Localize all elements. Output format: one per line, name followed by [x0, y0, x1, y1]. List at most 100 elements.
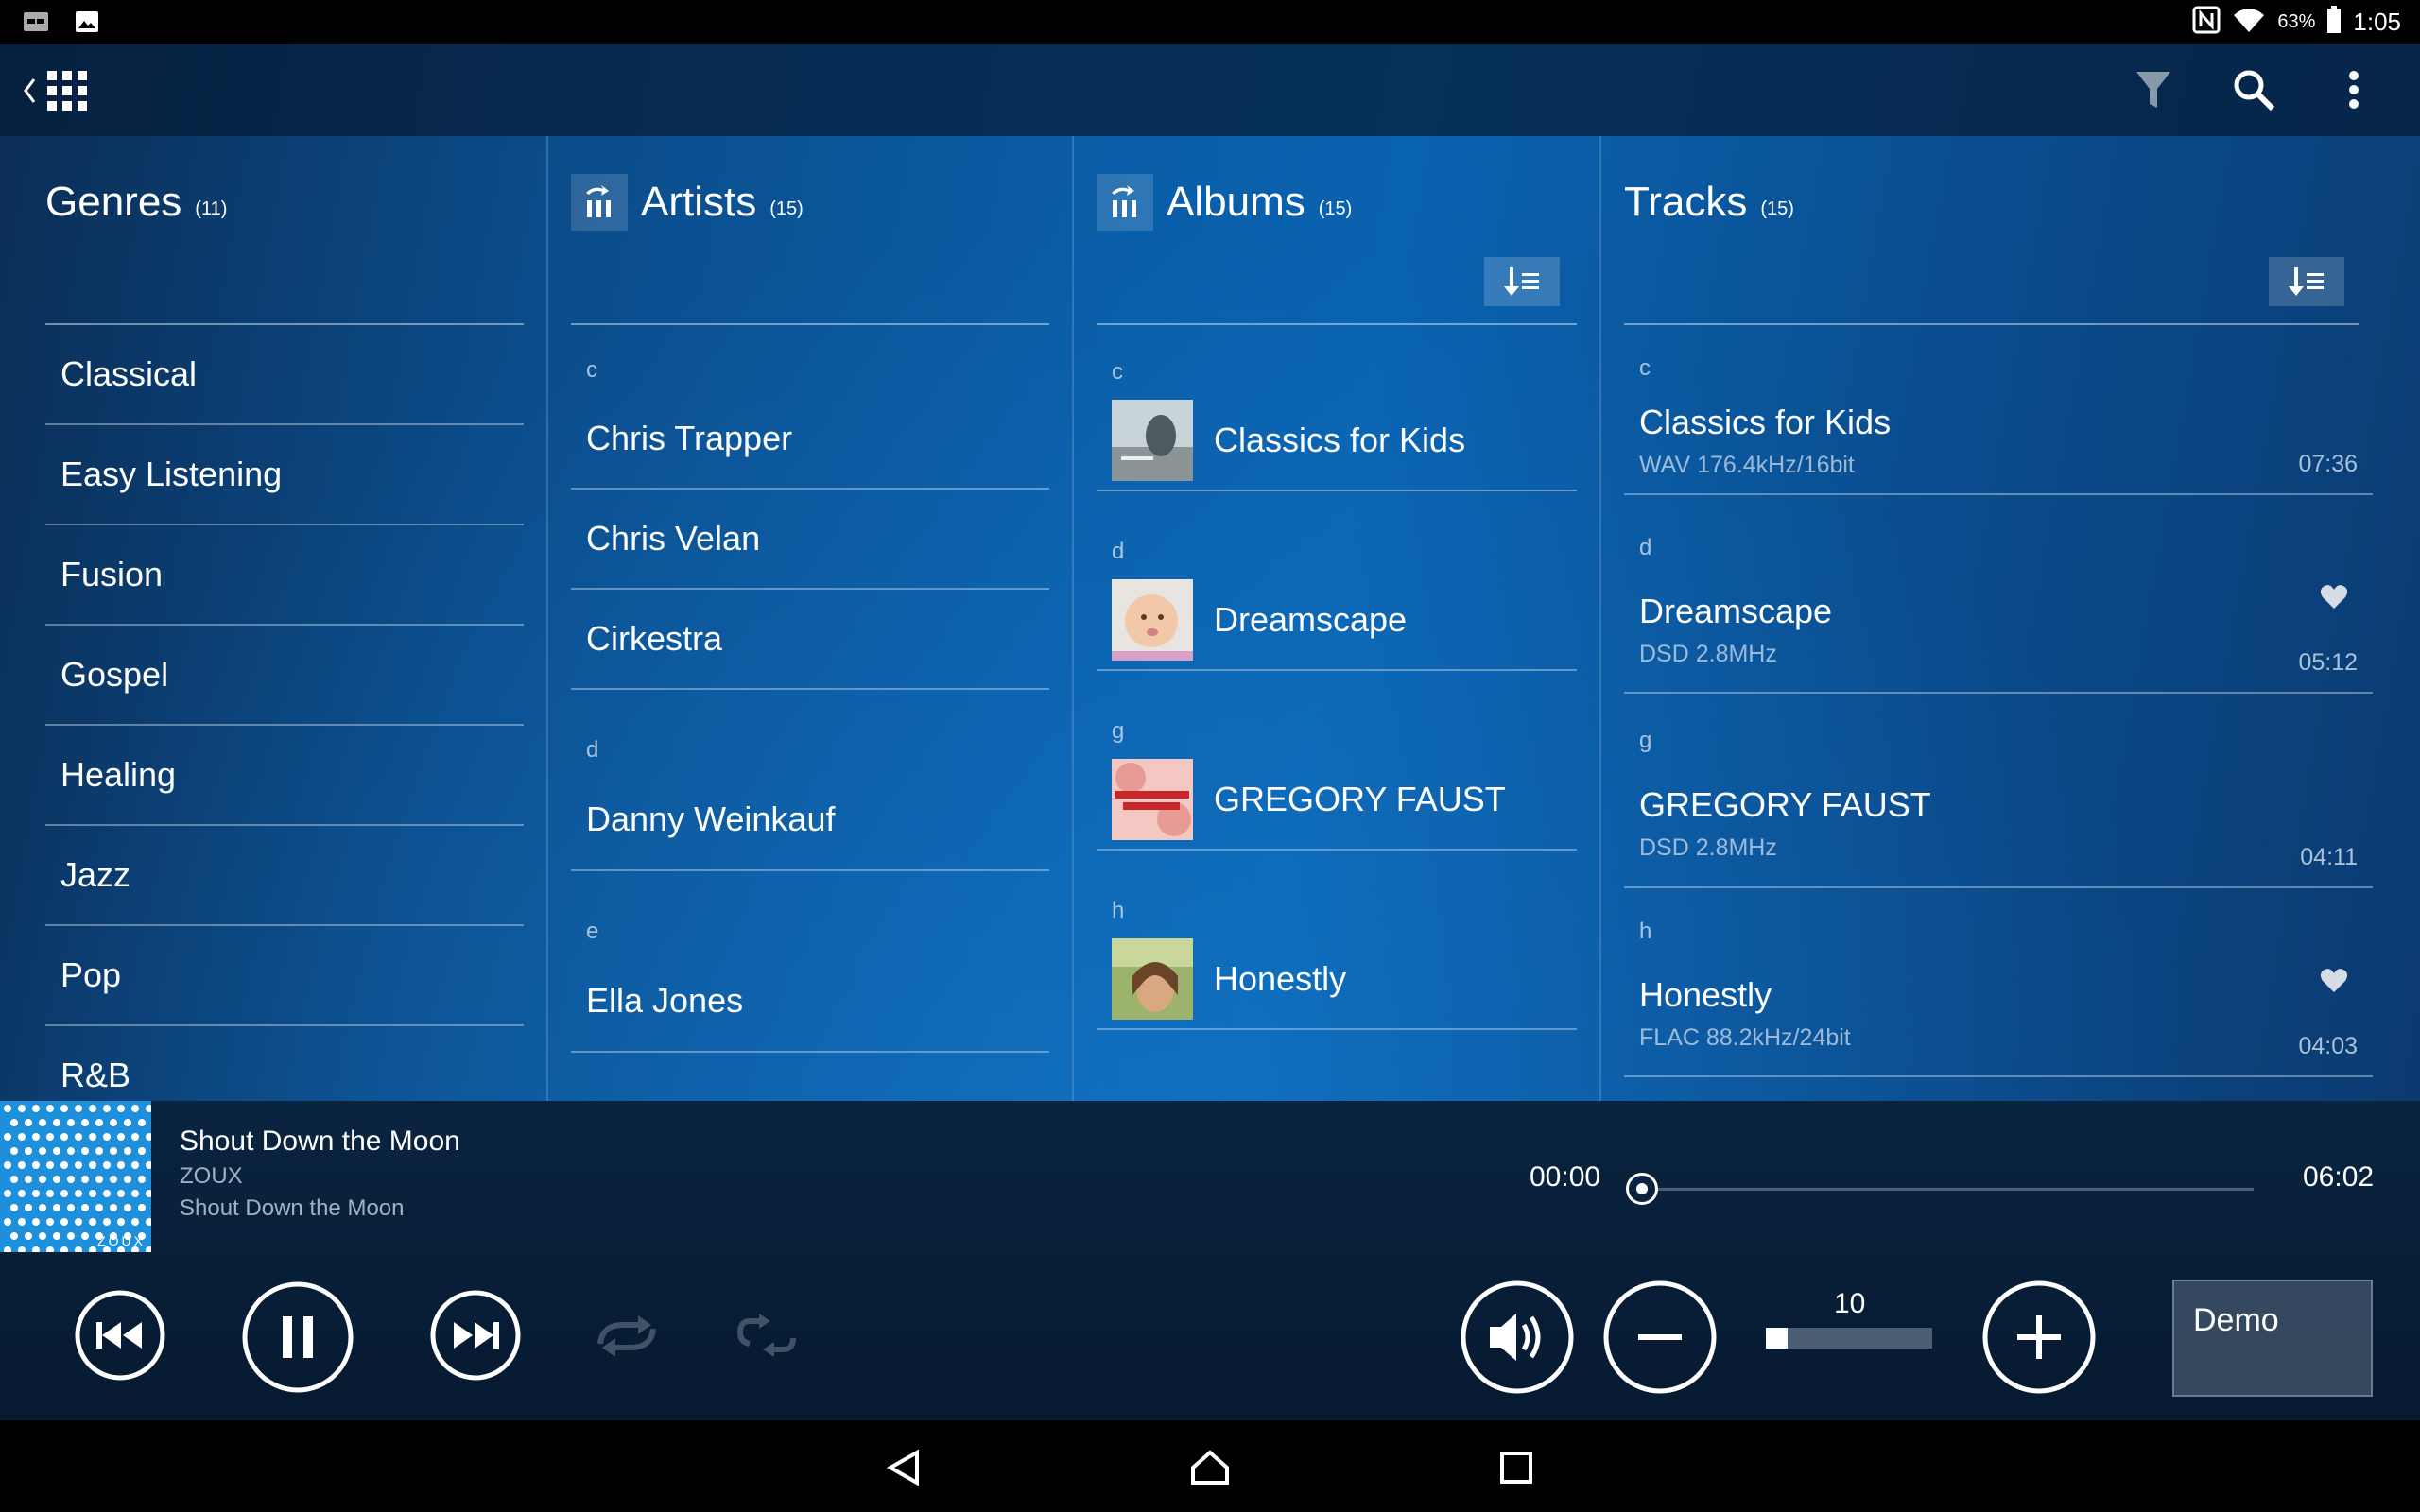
now-playing-album: Shout Down the Moon — [180, 1195, 405, 1221]
album-item[interactable]: GREGORY FAUST — [1097, 750, 1577, 850]
albums-list: c Classics for Kids d Dreamscape g GREGO… — [1074, 325, 1599, 1030]
genre-label: Easy Listening — [60, 455, 283, 493]
genres-column: Genres (11) Classical Easy Listening Fus… — [0, 136, 546, 1101]
status-bar: 63% 1:05 — [0, 0, 2420, 44]
nav-recents-button[interactable] — [1490, 1441, 1543, 1494]
artists-header: Artists (15) — [571, 174, 804, 231]
seek-bar[interactable] — [1626, 1173, 2254, 1205]
player-bar: ZOUX Shout Down the Moon ZOUX Shout Down… — [0, 1101, 2420, 1420]
more-options-button[interactable] — [2325, 61, 2382, 118]
artists-up-button[interactable] — [571, 174, 628, 231]
volume-icon — [1461, 1280, 1574, 1394]
artist-label: Danny Weinkauf — [586, 799, 836, 838]
albums-header: Albums (15) — [1097, 174, 1352, 231]
artist-item[interactable]: Chris Velan — [571, 490, 1049, 590]
genre-label: Gospel — [60, 655, 169, 694]
apps-grid-icon — [47, 71, 87, 111]
volume-down-button[interactable] — [1602, 1280, 1718, 1395]
track-format: DSD 2.8MHz — [1639, 833, 1777, 861]
filter-button[interactable] — [2125, 61, 2182, 118]
now-playing-art[interactable]: ZOUX — [0, 1101, 151, 1252]
section-letter: e — [586, 919, 599, 944]
artists-list: c Chris Trapper Chris Velan Cirkestra d … — [548, 325, 1072, 1053]
mute-button[interactable] — [1460, 1280, 1575, 1395]
total-time: 06:02 — [2303, 1161, 2375, 1193]
albums-count: (15) — [1318, 198, 1353, 219]
toolbar — [0, 44, 2420, 136]
section-letter: c — [1112, 359, 1123, 385]
pause-button[interactable] — [241, 1280, 354, 1394]
shuffle-button[interactable] — [594, 1309, 660, 1362]
volume-fill — [1766, 1328, 1788, 1349]
artist-item[interactable]: Cirkestra — [571, 590, 1049, 690]
track-duration: 04:11 — [2300, 844, 2358, 870]
album-item[interactable]: Classics for Kids — [1097, 391, 1577, 491]
track-title: Dreamscape — [1639, 591, 1833, 630]
artists-title: Artists — [641, 179, 757, 225]
albums-sort-button[interactable] — [1484, 257, 1560, 306]
track-item[interactable]: Dreamscape DSD 2.8MHz 05:12 — [1624, 567, 2373, 694]
battery-icon — [2326, 5, 2342, 39]
album-art — [1112, 579, 1193, 661]
genres-header: Genres (11) — [45, 174, 227, 231]
section-letter: d — [1112, 539, 1125, 564]
nfc-icon — [2192, 6, 2221, 39]
browser-area: Genres (11) Classical Easy Listening Fus… — [0, 44, 2420, 1101]
track-format: WAV 176.4kHz/16bit — [1639, 451, 1855, 478]
previous-button[interactable] — [74, 1289, 166, 1382]
search-button[interactable] — [2225, 61, 2282, 118]
artist-item[interactable]: Danny Weinkauf — [571, 769, 1049, 871]
demo-button[interactable]: Demo — [2172, 1280, 2373, 1397]
genre-item[interactable]: R&B — [45, 1026, 524, 1101]
genre-item[interactable]: Jazz — [45, 826, 524, 926]
genres-list: Classical Easy Listening Fusion Gospel H… — [0, 325, 546, 1101]
tracks-title: Tracks — [1624, 179, 1748, 225]
current-time: 00:00 — [1530, 1161, 1601, 1193]
genre-label: R&B — [60, 1056, 131, 1094]
recents-icon — [1500, 1452, 1532, 1484]
genre-item[interactable]: Classical — [45, 325, 524, 425]
skip-next-icon — [430, 1290, 521, 1381]
heart-icon[interactable] — [2320, 968, 2348, 994]
home-icon — [1191, 1450, 1229, 1485]
seek-handle[interactable] — [1626, 1173, 1658, 1205]
back-apps-button[interactable] — [23, 69, 108, 112]
genre-item[interactable]: Fusion — [45, 525, 524, 626]
album-label: Honestly — [1214, 959, 1347, 998]
demo-label: Demo — [2193, 1302, 2279, 1338]
album-item[interactable]: Dreamscape — [1097, 571, 1577, 671]
track-item[interactable]: GREGORY FAUST DSD 2.8MHz 04:11 — [1624, 760, 2373, 888]
pause-icon — [242, 1281, 354, 1393]
track-format: FLAC 88.2kHz/24bit — [1639, 1023, 1851, 1051]
sort-icon — [1504, 267, 1539, 296]
volume-bar[interactable] — [1766, 1328, 1932, 1349]
section-letter: h — [1112, 898, 1125, 923]
track-title: Classics for Kids — [1639, 402, 1892, 441]
genre-item[interactable]: Gospel — [45, 626, 524, 726]
genre-item[interactable]: Pop — [45, 926, 524, 1026]
artist-item[interactable]: Ella Jones — [571, 951, 1049, 1053]
track-item[interactable]: Honestly FLAC 88.2kHz/24bit 04:03 — [1624, 951, 2373, 1077]
repeat-button[interactable] — [734, 1309, 800, 1362]
volume-up-button[interactable] — [1981, 1280, 2097, 1395]
albums-up-button[interactable] — [1097, 174, 1153, 231]
genre-item[interactable]: Healing — [45, 726, 524, 826]
minus-icon — [1603, 1280, 1717, 1394]
tracks-column: Tracks (15) c Classics for Kids WAV 176.… — [1601, 136, 2420, 1101]
search-icon — [2234, 70, 2275, 112]
notification-card-icon — [21, 8, 51, 36]
album-art — [1112, 759, 1193, 840]
next-button[interactable] — [429, 1289, 522, 1382]
artist-item[interactable]: Chris Trapper — [571, 389, 1049, 490]
album-item[interactable]: Honestly — [1097, 930, 1577, 1030]
nav-back-button[interactable] — [877, 1441, 930, 1494]
heart-icon[interactable] — [2320, 584, 2348, 610]
track-item[interactable]: Classics for Kids WAV 176.4kHz/16bit 07:… — [1624, 387, 2373, 495]
tracks-sort-button[interactable] — [2269, 257, 2344, 306]
nav-home-button[interactable] — [1184, 1441, 1236, 1494]
skip-previous-icon — [75, 1290, 165, 1381]
section-letter: c — [586, 357, 597, 383]
genre-item[interactable]: Easy Listening — [45, 425, 524, 525]
system-nav-bar — [0, 1420, 2420, 1512]
album-label: Dreamscape — [1214, 600, 1408, 639]
